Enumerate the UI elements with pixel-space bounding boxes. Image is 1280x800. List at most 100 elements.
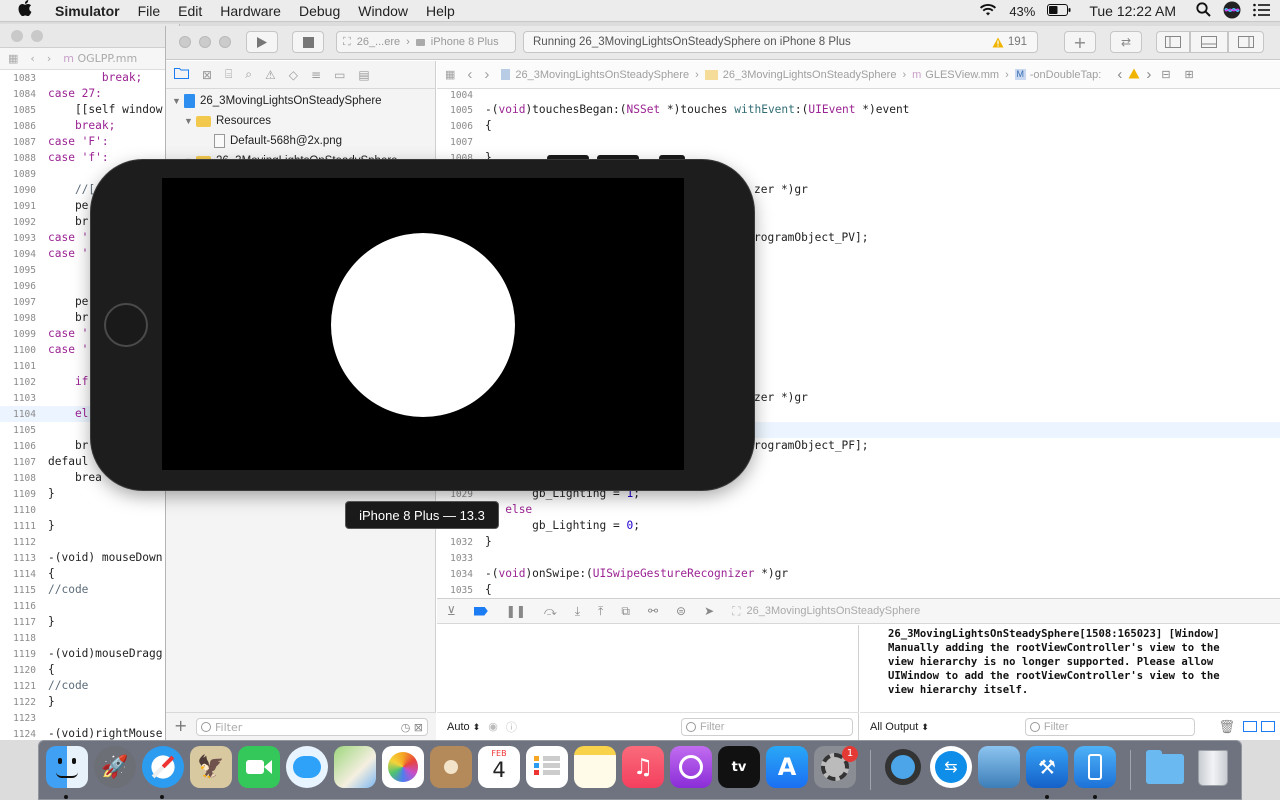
tree-item-default-png[interactable]: Default-568h@2x.png (166, 131, 435, 151)
symbol-nav-icon[interactable]: ⌸ (225, 67, 232, 82)
warning-badge[interactable]: 191 (992, 36, 1027, 48)
recent-files-icon[interactable]: ◷ ⊠ (401, 721, 423, 734)
disclosure-down-icon[interactable]: ▼ (172, 93, 184, 109)
zoom-button[interactable] (219, 36, 231, 48)
add-editor-icon[interactable]: ⊞ (1185, 68, 1194, 81)
navigator-toggle-button[interactable] (1156, 31, 1190, 53)
home-button[interactable] (104, 303, 148, 347)
podcasts-icon[interactable] (670, 746, 712, 788)
safari-icon[interactable] (142, 746, 184, 788)
find-nav-icon[interactable]: ⌕ (245, 67, 252, 82)
hide-debug-area-icon[interactable]: ⊻ (447, 604, 456, 618)
issue-nav-icon[interactable]: ⚠ (265, 68, 276, 82)
navigator-filter-field[interactable]: Filter ◷ ⊠ (196, 718, 428, 736)
step-out-icon[interactable]: ⤒ (598, 604, 603, 619)
close-button[interactable] (179, 36, 191, 48)
breakpoints-toggle-icon[interactable] (473, 606, 488, 616)
simulate-location-icon[interactable]: ➤ (704, 604, 714, 618)
simulator-icon[interactable] (1074, 746, 1116, 788)
siri-icon[interactable] (1223, 1, 1241, 22)
auto-scope-popup[interactable]: Auto ⬍ (447, 721, 480, 733)
related-items-icon[interactable]: ▦ (445, 68, 455, 81)
notes-icon[interactable] (574, 746, 616, 788)
source-control-icon[interactable]: ⊠ (202, 68, 212, 82)
environment-overrides-icon[interactable]: ⊜ (676, 604, 686, 618)
menu-file[interactable]: File (129, 3, 170, 19)
simulator-screen[interactable] (162, 178, 684, 470)
split-view-left-icon[interactable] (1243, 721, 1257, 732)
menu-edit[interactable]: Edit (169, 3, 211, 19)
maps-icon[interactable] (334, 746, 376, 788)
file-tab[interactable]: m OGLPP.mm (63, 52, 137, 65)
back-nav-icon[interactable]: ‹ (30, 52, 34, 65)
trash-icon[interactable] (1192, 746, 1234, 788)
back-nav-icon[interactable]: ‹ (467, 66, 472, 83)
add-file-button[interactable]: + (174, 716, 187, 735)
split-view-right-icon[interactable] (1261, 721, 1275, 732)
mail-icon[interactable]: 🦅 (190, 746, 232, 788)
notification-center-icon[interactable] (1253, 3, 1270, 20)
tree-item-resources[interactable]: ▼ Resources (166, 111, 435, 131)
apple-tv-icon[interactable]: tv (718, 746, 760, 788)
tree-item-project[interactable]: ▼ 26_3MovingLightsOnSteadySphere (166, 91, 435, 111)
menu-debug[interactable]: Debug (290, 3, 349, 19)
inspector-toggle-button[interactable] (1228, 31, 1264, 53)
breakpoint-nav-icon[interactable]: ▭ (334, 68, 345, 82)
app-store-icon[interactable]: A (766, 746, 808, 788)
apple-menu-icon[interactable] (0, 0, 46, 21)
facetime-icon[interactable] (238, 746, 280, 788)
console-view[interactable]: 26_3MovingLightsOnSteadySphere[1508:1650… (860, 625, 1280, 740)
calendar-icon[interactable]: FEB 4 (478, 746, 520, 788)
folder-nav-icon[interactable] (174, 67, 189, 82)
xcode-icon[interactable]: ⚒ (1026, 746, 1068, 788)
jump-crumb-file[interactable]: GLESView.mm (925, 69, 999, 81)
messages-icon[interactable] (286, 746, 328, 788)
trash-icon[interactable]: 🗑 (1218, 719, 1235, 735)
variables-view[interactable]: Auto ⬍ ◉ ⓘ Filter (437, 625, 859, 740)
forward-nav-icon[interactable]: › (47, 52, 51, 65)
quicktime-icon[interactable] (882, 746, 924, 788)
view-debugger-icon[interactable]: ⧉ (621, 604, 630, 619)
output-scope-popup[interactable]: All Output ⬍ (870, 721, 929, 733)
info-icon[interactable]: ⓘ (506, 719, 517, 735)
chevron-right-icon[interactable]: › (1146, 66, 1151, 83)
minimize-button[interactable] (199, 36, 211, 48)
launchpad-icon[interactable]: 🚀 (94, 746, 136, 788)
debug-nav-icon[interactable]: ≡ (311, 68, 321, 82)
code-review-button[interactable]: ⇄ (1110, 31, 1142, 53)
battery-icon[interactable] (1047, 3, 1071, 19)
minimize-button[interactable] (31, 30, 43, 42)
quicklook-icon[interactable]: ◉ (488, 720, 498, 733)
chevron-left-icon[interactable]: ‹ (1117, 66, 1122, 83)
jump-crumb-group[interactable]: 26_3MovingLightsOnSteadySphere (723, 69, 897, 81)
library-plus-button[interactable]: + (1064, 31, 1096, 53)
teamviewer-icon[interactable]: ⇆ (930, 746, 972, 788)
finder-icon[interactable] (46, 746, 88, 788)
scheme-selector[interactable]: ⛶ 26_...ere › iPhone 8 Plus (336, 31, 516, 53)
menu-simulator[interactable]: Simulator (46, 3, 129, 19)
close-button[interactable] (11, 30, 23, 42)
disclosure-down-icon[interactable]: ▼ (184, 113, 196, 129)
contacts-icon[interactable] (430, 746, 472, 788)
run-button[interactable] (246, 31, 278, 53)
step-over-icon[interactable]: ⤼ (544, 604, 557, 619)
menu-window[interactable]: Window (349, 3, 417, 19)
variables-filter-field[interactable]: Filter (681, 717, 853, 736)
downloads-folder-icon[interactable] (1144, 746, 1186, 788)
spotlight-search-icon[interactable] (1196, 2, 1211, 20)
console-filter-field[interactable]: Filter (1024, 717, 1195, 736)
warning-icon[interactable] (1128, 68, 1140, 82)
preview-icon[interactable] (978, 746, 1020, 788)
adjust-editor-icon[interactable]: ⊟ (1161, 68, 1170, 81)
report-nav-icon[interactable]: ▤ (358, 68, 369, 82)
menu-hardware[interactable]: Hardware (211, 3, 290, 19)
menu-help[interactable]: Help (417, 3, 464, 19)
test-nav-icon[interactable]: ◇ (289, 68, 298, 82)
wifi-icon[interactable] (979, 3, 997, 20)
step-into-icon[interactable]: ⤓ (575, 604, 580, 619)
stop-button[interactable] (292, 31, 324, 53)
music-icon[interactable]: ♫ (622, 746, 664, 788)
memory-graph-icon[interactable]: ⚯ (648, 604, 658, 618)
grid-icon[interactable]: ▦ (8, 52, 18, 65)
reminders-icon[interactable] (526, 746, 568, 788)
